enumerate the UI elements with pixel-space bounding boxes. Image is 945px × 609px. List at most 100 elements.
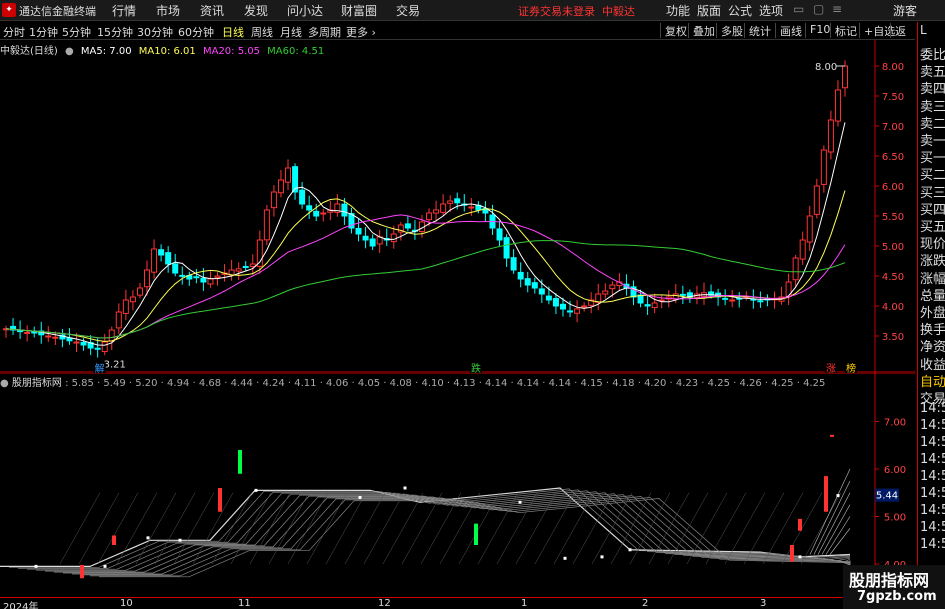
minimize-icon[interactable]: ▭	[793, 2, 804, 16]
guest-label[interactable]: 游客	[893, 2, 917, 19]
indicator-dot	[563, 556, 567, 560]
candle-up	[108, 329, 115, 342]
candle-down	[757, 300, 764, 303]
menu-faxian[interactable]: 发现	[244, 2, 268, 19]
candle-up	[45, 335, 52, 338]
candle-down	[179, 274, 186, 277]
indicator-dot	[358, 496, 362, 499]
time-axis-label: 2024年	[3, 602, 39, 609]
period-60min[interactable]: 60分钟	[178, 24, 214, 40]
menu-xuanxiang[interactable]: 选项	[759, 2, 783, 19]
time-axis: 2024年 10 11 12 1 2 3	[0, 597, 875, 609]
candle-down	[341, 203, 348, 217]
indicator-settings-icon[interactable]: ●	[0, 378, 12, 389]
period-30min[interactable]: 30分钟	[137, 24, 173, 40]
side-panel-item: 外盘	[920, 306, 945, 321]
restore-icon[interactable]: ▢	[813, 2, 824, 16]
period-multi[interactable]: 多周期	[308, 24, 341, 40]
duogu-button[interactable]: 多股	[716, 23, 743, 38]
huaxian-button[interactable]: 画线	[775, 23, 802, 38]
menu-jiaoyi[interactable]: 交易	[396, 2, 420, 19]
candle-down	[66, 337, 73, 342]
candle-down	[524, 278, 531, 286]
candle-up	[390, 233, 397, 243]
time-axis-label: 3	[760, 598, 767, 609]
period-more[interactable]: 更多 ›	[346, 24, 376, 40]
period-1min[interactable]: 1分钟	[29, 24, 58, 40]
menu-hangqing[interactable]: 行情	[112, 2, 136, 19]
price-tick-label: 4.00	[882, 302, 904, 313]
menu-zixun[interactable]: 资讯	[200, 2, 224, 19]
candle-up	[813, 185, 820, 215]
watermark-title: 股朋指标网	[849, 571, 930, 590]
candle-down	[552, 298, 559, 307]
side-panel-item: 14:56	[920, 435, 945, 451]
menu-icon[interactable]: ≡	[832, 2, 842, 16]
menu-shichang[interactable]: 市场	[156, 2, 180, 19]
fuquan-button[interactable]: 复权	[660, 23, 687, 38]
login-notice[interactable]: 证券交易未登录 中毅达	[518, 3, 635, 19]
candle-down	[94, 347, 101, 350]
f10-button[interactable]: F10	[805, 23, 830, 38]
indicator-values: : 5.85 · 5.49 · 5.20 · 4.94 · 4.68 · 4.4…	[61, 378, 826, 389]
candle-up	[151, 248, 158, 273]
side-panel-toggle[interactable]: L	[920, 23, 945, 37]
period-daily[interactable]: 日线	[222, 24, 244, 40]
candle-up	[433, 209, 440, 214]
period-weekly[interactable]: 周线	[251, 24, 273, 40]
period-monthly[interactable]: 月线	[280, 24, 302, 40]
candle-up	[574, 308, 581, 314]
candle-up	[602, 290, 609, 295]
biaoji-button[interactable]: 标记	[830, 23, 857, 38]
menu-banmian[interactable]: 版面	[697, 2, 721, 19]
candle-down	[517, 271, 524, 280]
candle-down	[538, 288, 545, 295]
candle-down	[510, 257, 517, 271]
ma60-label: MA60: 4.51	[267, 46, 325, 57]
price-tick-label: 5.50	[882, 212, 904, 223]
period-fenshi[interactable]: 分时	[3, 24, 25, 40]
back-button[interactable]: 返回	[890, 23, 915, 54]
side-panel-item: 买四	[920, 202, 945, 218]
candle-up	[129, 296, 136, 303]
candle-up	[24, 331, 31, 334]
marker-jie: 解	[95, 362, 105, 373]
candle-up	[806, 215, 813, 243]
candle-down	[80, 341, 87, 346]
period-5min[interactable]: 5分钟	[62, 24, 91, 40]
candle-down	[531, 282, 538, 289]
candle-up	[834, 89, 841, 122]
candle-down	[172, 263, 179, 274]
indicator-bar	[218, 488, 222, 512]
menu-wenxiaoda[interactable]: 问小达	[287, 2, 323, 19]
price-chart[interactable]: 8.00 7.50 7.00 6.50 6.00 5.50 5.00 4.50 4.00 3.50…	[0, 40, 915, 373]
time-axis-label: 1	[521, 598, 528, 609]
price-tick-label: 7.50	[882, 92, 904, 103]
indicator-chart[interactable]: 7.006.005.004.005.44	[0, 373, 915, 597]
candle-up	[115, 311, 122, 329]
watermark: 股朋指标网 7gpzb.com	[843, 565, 945, 609]
menu-gongneng[interactable]: 功能	[666, 2, 690, 19]
candle-up	[827, 119, 834, 153]
candle-down	[369, 238, 376, 247]
candle-down	[503, 237, 510, 259]
ma5-label: MA5: 7.00	[80, 46, 132, 57]
diejia-button[interactable]: 叠加	[688, 23, 715, 38]
marker-die: 跌	[471, 362, 481, 373]
indicator-bar	[824, 476, 828, 512]
price-tick-label: 7.00	[882, 122, 904, 133]
side-panel-item[interactable]: 自动	[920, 371, 945, 390]
tongji-button[interactable]: 统计	[744, 23, 771, 38]
ma-legend: 中毅达(日线) ● MA5: 7.00 MA10: 6.01 MA20: 5.0…	[0, 42, 328, 57]
side-panel-item: 卖二	[920, 116, 945, 132]
menu-gongshi[interactable]: 公式	[728, 2, 752, 19]
candle-down	[165, 252, 172, 265]
period-15min[interactable]: 15分钟	[97, 24, 133, 40]
settings-icon[interactable]: ●	[65, 46, 74, 57]
indicator-bar	[80, 564, 84, 579]
price-tick-label: 6.50	[882, 152, 904, 163]
app-title: 通达信金融终端	[19, 5, 96, 18]
menu-caifuquan[interactable]: 财富圈	[341, 2, 377, 19]
period-toolbar: 分时 1分钟 5分钟 15分钟 30分钟 60分钟 日线 周线 月线 多周期 更…	[0, 22, 915, 54]
indicator-dot	[518, 500, 522, 504]
